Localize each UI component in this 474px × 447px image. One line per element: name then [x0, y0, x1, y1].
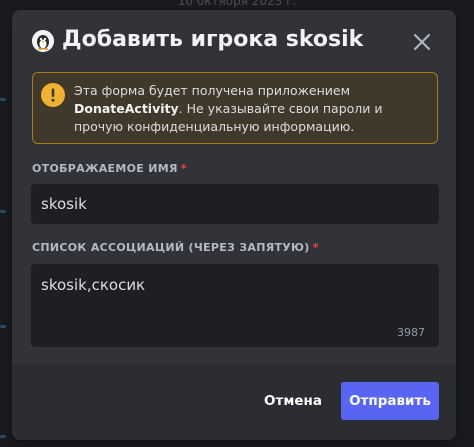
- display-name-label-text: ОТОБРАЖАЕМОЕ ИМЯ: [32, 162, 178, 175]
- associations-value: skosik,скосик: [41, 276, 146, 294]
- character-counter: 3987: [397, 326, 425, 339]
- background-date-divider: 10 октября 2023 г.: [177, 0, 297, 8]
- app-avatar-icon: [32, 30, 54, 52]
- required-marker: *: [180, 162, 187, 175]
- associations-textarea[interactable]: skosik,скосик 3987: [31, 264, 439, 347]
- warning-icon: [41, 83, 65, 107]
- add-player-modal: Добавить игрока skosik Эта форма будет п…: [12, 10, 456, 440]
- display-name-input[interactable]: skosik: [31, 184, 439, 224]
- warning-text-before: Эта форма будет получена приложением: [74, 83, 350, 98]
- warning-app-name: DonateActivity: [74, 101, 179, 116]
- modal-footer: Отмена Отправить: [12, 364, 456, 440]
- cancel-button[interactable]: Отмена: [258, 382, 328, 420]
- associations-label: СПИСОК АССОЦИАЦИЙ (ЧЕРЕЗ ЗАПЯТУЮ) *: [32, 241, 319, 254]
- required-marker: *: [312, 241, 319, 254]
- privacy-warning-notice: Эта форма будет получена приложением Don…: [32, 72, 438, 144]
- display-name-label: ОТОБРАЖАЕМОЕ ИМЯ *: [32, 162, 187, 175]
- modal-header: Добавить игрока skosik: [12, 10, 456, 70]
- modal-title: Добавить игрока skosik: [62, 27, 364, 52]
- background-edge-mark: [0, 210, 6, 213]
- associations-label-text: СПИСОК АССОЦИАЦИЙ (ЧЕРЕЗ ЗАПЯТУЮ): [32, 241, 310, 254]
- close-button[interactable]: [410, 30, 434, 54]
- display-name-value: skosik: [41, 195, 87, 213]
- background-edge-mark: [0, 435, 6, 438]
- background-edge-mark: [0, 98, 6, 101]
- background-edge-mark: [0, 325, 6, 328]
- close-icon: [414, 34, 430, 50]
- submit-button[interactable]: Отправить: [341, 382, 439, 420]
- warning-text: Эта форма будет получена приложением Don…: [74, 82, 432, 136]
